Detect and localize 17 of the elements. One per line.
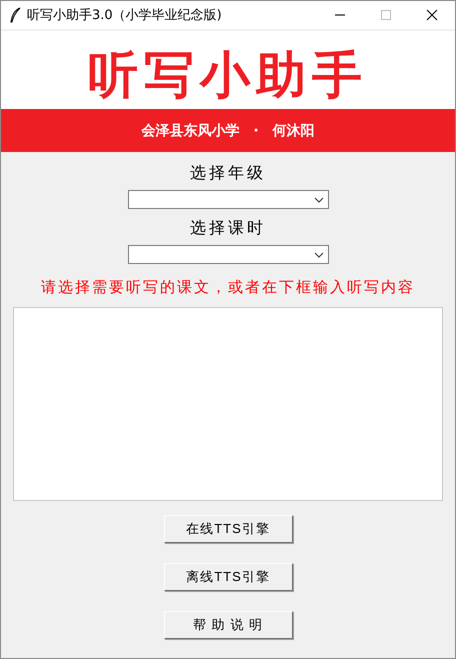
- instruction-text: 请选择需要听写的课文，或者在下框输入听写内容: [41, 278, 415, 297]
- feather-icon: [9, 7, 21, 23]
- select-label: 选择课时: [190, 218, 266, 239]
- select-label: 选择年级: [190, 164, 266, 184]
- chevron-down-icon: [314, 252, 324, 258]
- close-icon: [426, 9, 438, 21]
- banner-subtitle: 会泽县东风小学 · 何沐阳: [141, 122, 315, 140]
- chevron-down-icon: [314, 196, 324, 202]
- dropdown[interactable]: [128, 245, 328, 264]
- maximize-icon: [380, 9, 392, 21]
- window-title: 听写小助手3.0（小学毕业纪念版): [27, 7, 223, 24]
- banner-title: 听写小助手: [88, 47, 368, 106]
- text-input-area[interactable]: [13, 307, 443, 501]
- action-button[interactable]: 帮 助 说 明: [164, 611, 292, 639]
- action-button[interactable]: 在线TTS引擎: [164, 515, 292, 543]
- dropdown[interactable]: [128, 190, 328, 209]
- action-button[interactable]: 离线TTS引擎: [164, 563, 292, 591]
